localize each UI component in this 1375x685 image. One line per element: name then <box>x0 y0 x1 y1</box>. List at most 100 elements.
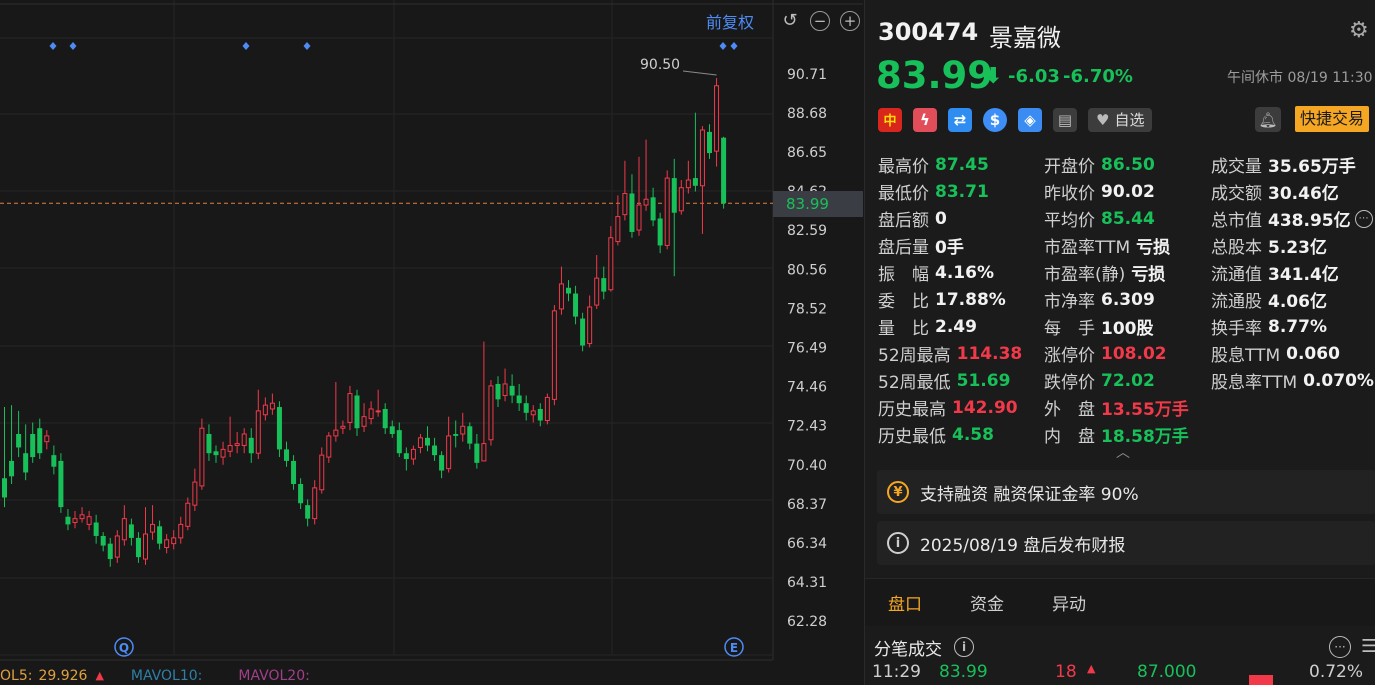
candle-body <box>319 454 325 491</box>
stat-item: 流通值 341.4亿 <box>1211 259 1339 286</box>
candle-body <box>206 433 212 454</box>
document-icon[interactable]: ▤ <box>1053 107 1077 132</box>
stat-item: 委 比 17.88% <box>878 286 1006 313</box>
market-status: 午间休市 08/19 11:30 <box>1227 70 1373 86</box>
list-icon[interactable]: ☰ <box>1361 636 1375 657</box>
more-icon[interactable]: ··· <box>1329 636 1351 658</box>
stat-value: 142.90 <box>952 397 1018 418</box>
stat-item: 盘后额 0 <box>878 205 947 232</box>
tab-pankou[interactable]: 盘口 <box>888 590 922 615</box>
zoom-out-icon[interactable]: − <box>810 11 830 31</box>
candle-body <box>227 445 233 452</box>
trade-volume: 18 <box>1055 662 1077 682</box>
settings-gear-icon[interactable]: ⚙ <box>1349 18 1375 44</box>
stat-label: 流通股 <box>1211 292 1262 312</box>
info-icon[interactable]: i <box>954 637 974 657</box>
price-change: -6.03 <box>1008 66 1060 87</box>
quick-trade-button[interactable]: 快捷交易 <box>1295 106 1370 132</box>
candle-body <box>312 487 318 520</box>
swap-icon[interactable]: ⇄ <box>948 107 972 132</box>
bell-icon[interactable]: 🔔︎ <box>1255 107 1281 132</box>
candle-body <box>657 218 663 246</box>
stat-value: 438.95亿 <box>1268 211 1351 231</box>
y-tick-label: 64.31 <box>787 575 827 591</box>
report-notice[interactable]: i 2025/08/19 盘后发布财报 <box>877 521 1375 565</box>
y-tick-label: 76.49 <box>787 341 827 357</box>
y-tick-label: 68.37 <box>787 497 827 513</box>
stat-label: 股息率TTM <box>1211 373 1298 393</box>
candle-body <box>594 277 600 306</box>
add-watchlist-button[interactable]: ♥ 自选 <box>1088 107 1153 132</box>
candle-body <box>135 537 141 558</box>
stat-label: 52周最高 <box>878 346 951 366</box>
kline-chart-pane[interactable]: 90.7188.6886.6584.6282.5980.5678.5276.49… <box>0 0 863 685</box>
stat-item: 每 手 100股 <box>1044 313 1154 340</box>
market-cap-more-icon[interactable]: ⋯ <box>1354 209 1373 228</box>
kline-chart[interactable]: 90.7188.6886.6584.6282.5980.5678.5276.49… <box>0 0 863 685</box>
candle-body <box>23 453 29 473</box>
stat-label: 最低价 <box>878 184 929 204</box>
candle-body <box>629 193 635 232</box>
collapse-chevron-icon[interactable]: ︿ <box>1116 442 1130 462</box>
candle-body <box>375 410 381 413</box>
margin-notice[interactable]: ¥ 支持融资 融资保证金率 90% <box>877 470 1375 514</box>
stat-item: 成交量 35.65万手 <box>1211 151 1356 178</box>
candle-body <box>30 433 36 458</box>
candle-body <box>566 287 571 294</box>
stat-value: 51.69 <box>956 370 1011 391</box>
reset-icon[interactable]: ↺ <box>780 11 800 31</box>
candle-body <box>636 204 642 231</box>
trade-up-icon: ▲ <box>1087 662 1096 675</box>
stat-value: 8.77% <box>1268 316 1327 337</box>
zoom-in-icon[interactable]: + <box>840 11 860 31</box>
dollar-icon[interactable]: $ <box>983 107 1007 132</box>
vol10-label: MAVOL10: <box>130 667 203 684</box>
candle-body <box>86 516 92 525</box>
vol5-value: 29.926 <box>38 667 88 684</box>
stat-value: 4.06亿 <box>1268 292 1327 312</box>
stat-item: 平均价 85.44 <box>1044 205 1155 232</box>
candle-body <box>164 539 170 549</box>
tab-unusual[interactable]: 异动 <box>1052 590 1086 615</box>
candle-body <box>284 449 289 461</box>
candle-body <box>615 216 621 243</box>
volume-legend: OL5: 29.926 ▲ MAVOL10: MAVOL20: <box>0 666 310 685</box>
stat-label: 昨收价 <box>1044 184 1095 204</box>
stat-item: 历史最低 4.58 <box>878 421 994 448</box>
stat-value: 83.71 <box>935 181 989 202</box>
adjust-mode-toggle[interactable]: 前复权 <box>706 10 754 32</box>
last-price: 83.99 <box>876 54 994 97</box>
trade-time: 11:29 <box>872 662 921 682</box>
candle-body <box>143 533 148 560</box>
stat-item: 振 幅 4.16% <box>878 259 994 286</box>
vol5-label: OL5: <box>0 667 33 684</box>
stat-item: 市盈率TTM 亏损 <box>1044 232 1170 259</box>
stat-value: 0手 <box>935 238 964 258</box>
stat-label: 盘后额 <box>878 211 929 231</box>
margin-notice-text: 支持融资 融资保证金率 90% <box>920 484 1139 505</box>
candle-body <box>93 522 99 536</box>
candle-body <box>650 197 656 221</box>
stat-item: 股息率TTM 0.070% <box>1211 367 1374 394</box>
stat-value: 4.16% <box>935 262 994 283</box>
stat-value: 6.309 <box>1101 289 1155 310</box>
earnings-marker: E <box>730 641 738 655</box>
tab-funds[interactable]: 资金 <box>970 590 1004 615</box>
candle-body <box>213 451 219 456</box>
event-diamond-icon <box>242 42 250 50</box>
stat-value: 90.02 <box>1101 181 1155 202</box>
tag-icon[interactable]: ◈ <box>1018 107 1042 132</box>
stat-item: 市盈率(静) 亏损 <box>1044 259 1165 286</box>
stat-value: 0 <box>935 208 947 229</box>
watch-label: 自选 <box>1114 111 1145 129</box>
stat-value: 亏损 <box>1136 238 1171 258</box>
candle-body <box>171 537 177 545</box>
stat-label: 历史最低 <box>878 427 946 447</box>
candle-body <box>707 131 712 154</box>
candle-body <box>326 435 332 458</box>
stat-label: 量 比 <box>878 319 929 339</box>
chart-zoom-controls: ↺ − + <box>780 10 860 32</box>
candle-body <box>608 237 614 291</box>
flash-icon[interactable]: ϟ <box>913 107 937 132</box>
stat-label: 流通值 <box>1211 265 1262 285</box>
